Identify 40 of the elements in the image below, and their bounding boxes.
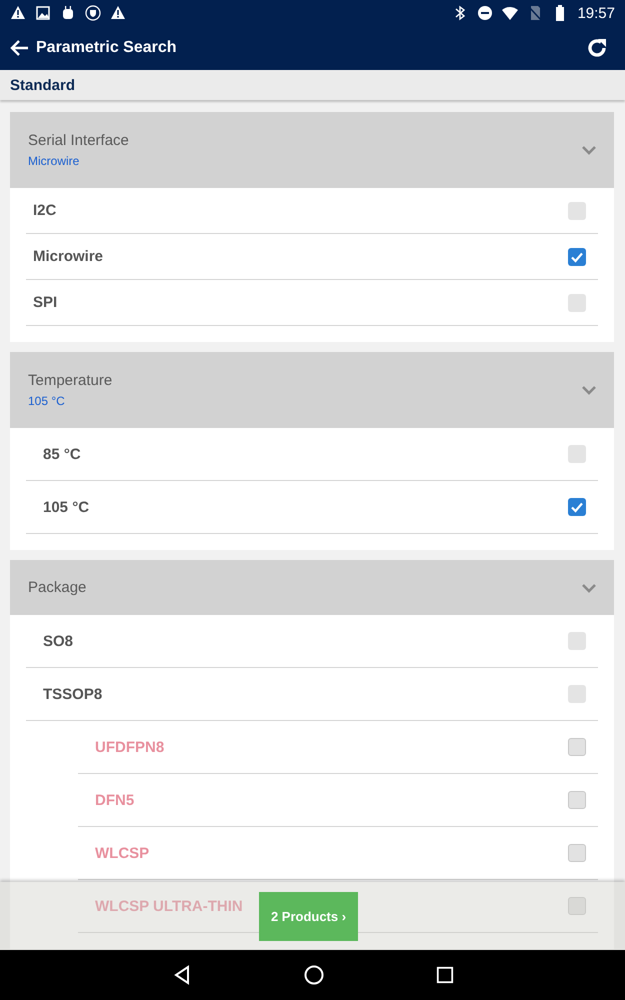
checkbox[interactable]: [568, 294, 586, 312]
back-icon[interactable]: [172, 965, 192, 985]
filter-title: Package: [28, 579, 86, 596]
home-icon[interactable]: [304, 965, 324, 985]
filter-header[interactable]: Package: [10, 560, 614, 615]
filter-title: Serial Interface: [28, 132, 129, 149]
back-arrow-icon[interactable]: [10, 38, 30, 58]
wifi-icon: [502, 5, 518, 21]
filter-header[interactable]: Temperature 105 °C: [10, 352, 614, 428]
warning-icon: [110, 5, 126, 21]
section-title: Standard: [10, 76, 76, 94]
shield-icon: [85, 5, 101, 21]
checkbox[interactable]: [568, 248, 586, 266]
clock-time: 19:57: [577, 4, 615, 22]
option-label[interactable]: TSSOP8: [43, 686, 102, 702]
filter-value: Microwire: [28, 154, 80, 168]
option-label[interactable]: I2C: [33, 202, 56, 219]
option-label: WLCSP: [95, 844, 150, 862]
image-icon: [35, 5, 51, 21]
checkbox[interactable]: [568, 685, 586, 703]
option-label[interactable]: SO8: [43, 632, 74, 650]
filter-title: Temperature: [28, 372, 112, 389]
screen-title: Parametric Search: [36, 39, 177, 57]
option-label[interactable]: 85 °C: [43, 446, 81, 462]
option-label: WLCSP ULTRA-THIN: [95, 898, 243, 914]
option-label[interactable]: 105 °C: [43, 498, 90, 516]
checkbox[interactable]: [568, 498, 586, 516]
checkbox[interactable]: [568, 632, 586, 650]
recents-icon[interactable]: [436, 966, 454, 984]
filter-value: 105 °C: [28, 394, 66, 408]
option-label[interactable]: Microwire: [33, 248, 104, 265]
do-not-disturb-icon: [477, 5, 494, 21]
robot-icon: [60, 5, 76, 21]
option-label: UFDFPN8: [95, 738, 164, 756]
option-label[interactable]: SPI: [33, 294, 58, 311]
checkbox[interactable]: [568, 445, 586, 463]
warning-icon: [10, 5, 26, 21]
filter-header[interactable]: Serial Interface Microwire: [10, 112, 614, 188]
option-label: DFN5: [95, 792, 134, 808]
checkbox[interactable]: [568, 202, 586, 220]
